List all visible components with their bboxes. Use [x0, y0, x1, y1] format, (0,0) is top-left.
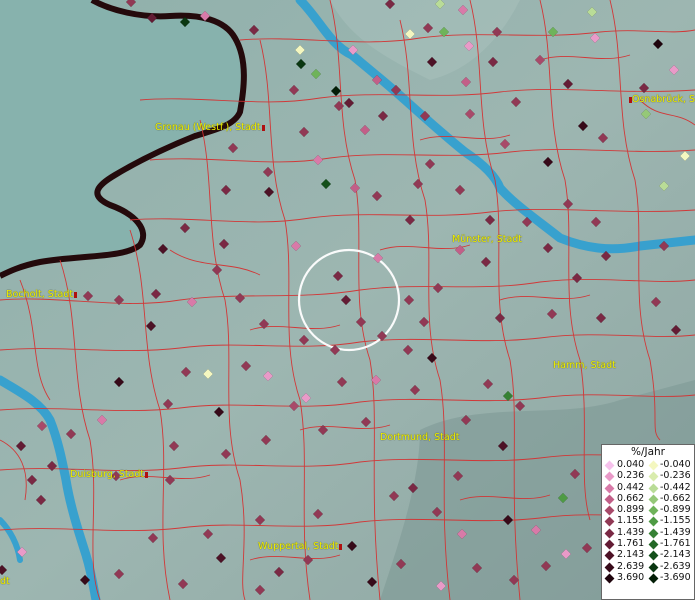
legend-swatch-negative: [648, 471, 659, 482]
legend-swatch-negative: [648, 460, 659, 471]
map-view[interactable]: Gronau (Westf.), Stadt Osnabrück, S Müns…: [0, 0, 695, 600]
legend-swatch-positive: [604, 471, 615, 482]
legend-swatch-positive: [604, 494, 615, 505]
legend-value-negative: -1.155: [660, 515, 691, 527]
legend-value-positive: 1.439: [617, 526, 645, 538]
legend-swatch-positive: [604, 573, 615, 584]
legend-swatch-negative: [648, 483, 659, 494]
legend-value-negative: -3.690: [660, 571, 691, 583]
city-label-bocholt: Bocholt, Stadt: [6, 289, 78, 300]
legend-swatch-negative: [648, 517, 659, 527]
city-label-edge: dt: [0, 576, 10, 587]
map-canvas: [0, 0, 695, 600]
city-label-gronau: Gronau (Westf.), Stadt: [155, 122, 265, 133]
legend-value-negative: -2.639: [660, 560, 691, 572]
map-legend: %/Jahr 0.040 -0.040 0.236 -0.236 0.442 -0.442…: [601, 444, 695, 600]
legend-value-positive: 2.639: [617, 560, 645, 572]
city-label-wuppertal: Wuppertal, Stadt: [258, 541, 343, 552]
legend-title: %/Jahr: [630, 446, 666, 458]
legend-rows: 0.040 -0.040 0.236 -0.236 0.442 -0.442 0.662 -0…: [602, 459, 694, 584]
legend-value-positive: 0.662: [617, 492, 645, 504]
legend-value-negative: -1.439: [660, 526, 691, 538]
legend-swatch-negative: [648, 562, 659, 573]
legend-swatch-positive: [604, 562, 615, 573]
legend-swatch-negative: [648, 528, 659, 539]
legend-swatch-positive: [604, 505, 615, 516]
legend-swatch-positive: [604, 528, 615, 539]
legend-value-negative: -2.143: [660, 549, 691, 561]
legend-value-negative: -0.040: [660, 459, 691, 470]
legend-swatch-negative: [648, 539, 659, 550]
legend-value-negative: -1.761: [660, 538, 691, 550]
legend-value-positive: 0.040: [617, 459, 645, 470]
legend-swatch-positive: [604, 460, 615, 471]
legend-swatch-positive: [604, 539, 615, 550]
legend-value-negative: -0.442: [660, 481, 691, 493]
legend-value-negative: -0.899: [660, 504, 691, 516]
legend-swatch-negative: [648, 573, 659, 584]
city-label-hamm: Hamm, Stadt: [553, 360, 616, 371]
city-label-muenster: Münster, Stadt: [452, 234, 523, 245]
legend-value-positive: 0.236: [617, 470, 645, 482]
city-label-duisburg: Duisburg, Stadt: [70, 469, 149, 480]
city-label-dortmund: Dortmund, Stadt: [380, 432, 460, 443]
legend-value-positive: 1.155: [617, 515, 645, 527]
legend-value-negative: -0.662: [660, 492, 691, 504]
legend-value-negative: -0.236: [660, 470, 691, 482]
legend-value-positive: 1.761: [617, 538, 645, 550]
city-label-osnabrueck: Osnabrück, S: [628, 94, 695, 105]
legend-row: 3.690 -3.690: [602, 571, 694, 584]
legend-value-positive: 0.442: [617, 481, 645, 493]
legend-value-positive: 3.690: [617, 571, 645, 583]
legend-swatch-negative: [648, 505, 659, 516]
legend-swatch-positive: [604, 550, 615, 561]
legend-swatch-negative: [648, 494, 659, 505]
legend-value-positive: 0.899: [617, 504, 645, 516]
legend-value-positive: 2.143: [617, 549, 645, 561]
legend-swatch-positive: [604, 483, 615, 494]
legend-swatch-positive: [604, 517, 615, 527]
legend-swatch-negative: [648, 550, 659, 561]
